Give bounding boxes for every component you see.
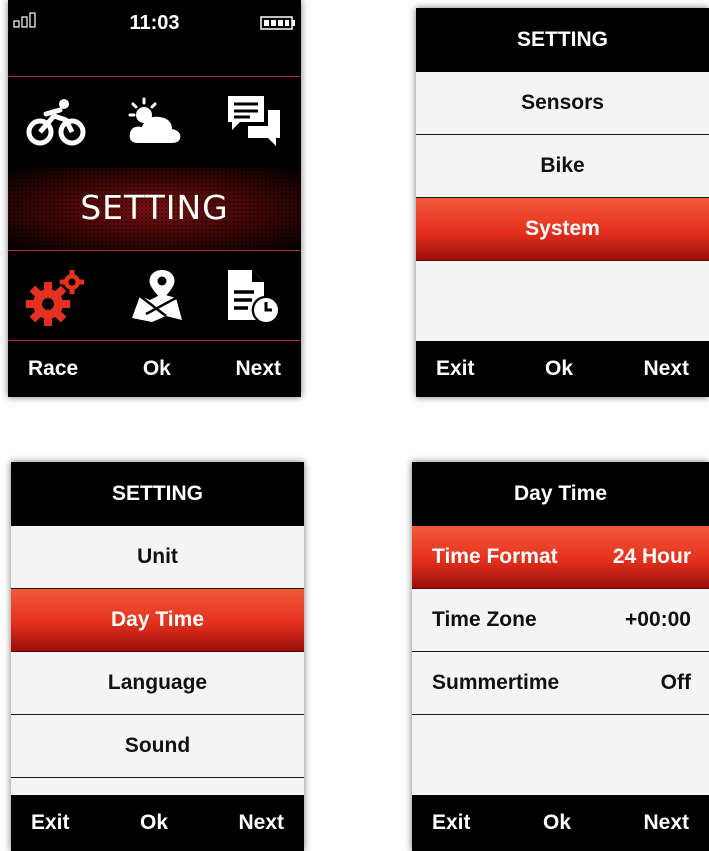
status-bar: 11:03 <box>8 0 301 52</box>
banner-label: SETTING <box>80 188 229 227</box>
row-label: Summertime <box>432 671 560 694</box>
map-location-icon[interactable] <box>126 266 186 326</box>
system-setting-screen: SETTING Unit Day Time Language Sound Exi… <box>11 462 304 851</box>
ok-softkey[interactable]: Ok <box>143 357 171 381</box>
next-softkey[interactable]: Next <box>238 811 284 835</box>
clock-time: 11:03 <box>129 12 180 34</box>
history-file-icon[interactable] <box>222 266 282 326</box>
list-item-sensors[interactable]: Sensors <box>416 72 709 135</box>
main-menu-screen: 11:03 SETTING Race Ok Next <box>8 0 301 397</box>
next-softkey[interactable]: Next <box>235 357 281 381</box>
row-value: Off <box>660 671 691 694</box>
row-value: +00:00 <box>625 608 691 631</box>
ok-softkey[interactable]: Ok <box>545 357 573 381</box>
list-item-unit[interactable]: Unit <box>11 526 304 589</box>
row-label: Time Zone <box>432 608 537 631</box>
ok-softkey[interactable]: Ok <box>543 811 571 835</box>
exit-softkey[interactable]: Exit <box>436 357 475 381</box>
list-item-day-time[interactable]: Day Time <box>11 589 304 652</box>
messages-icon[interactable] <box>224 92 284 152</box>
softkey-bar: Exit Ok Next <box>11 795 304 851</box>
selected-menu-banner[interactable]: SETTING <box>8 168 301 250</box>
race-softkey[interactable]: Race <box>28 357 78 381</box>
setting-list: Sensors Bike System <box>416 72 709 261</box>
exit-softkey[interactable]: Exit <box>432 811 471 835</box>
setting-list: Unit Day Time Language Sound <box>11 526 304 778</box>
next-softkey[interactable]: Next <box>643 357 689 381</box>
divider <box>8 76 301 77</box>
row-value: 24 Hour <box>612 545 691 568</box>
divider <box>8 250 301 251</box>
setting-screen: SETTING Sensors Bike System Exit Ok Next <box>416 8 709 397</box>
ok-softkey[interactable]: Ok <box>140 811 168 835</box>
softkey-bar: Exit Ok Next <box>412 795 709 851</box>
day-time-screen: Day Time Time Format 24 Hour Time Zone +… <box>412 462 709 851</box>
list-item-system[interactable]: System <box>416 198 709 261</box>
row-summertime[interactable]: Summertime Off <box>412 652 709 715</box>
screen-title: Day Time <box>412 462 709 526</box>
battery-icon <box>260 16 295 30</box>
next-softkey[interactable]: Next <box>643 811 689 835</box>
softkey-bar: Race Ok Next <box>8 341 301 397</box>
screen-title: SETTING <box>416 8 709 72</box>
row-label: Time Format <box>432 545 558 568</box>
exit-softkey[interactable]: Exit <box>31 811 70 835</box>
settings-gears-icon[interactable] <box>26 268 86 328</box>
screen-title: SETTING <box>11 462 304 526</box>
row-time-format[interactable]: Time Format 24 Hour <box>412 526 709 589</box>
bike-icon[interactable] <box>26 92 86 152</box>
day-time-list: Time Format 24 Hour Time Zone +00:00 Sum… <box>412 526 709 715</box>
list-item-bike[interactable]: Bike <box>416 135 709 198</box>
list-item-sound[interactable]: Sound <box>11 715 304 778</box>
list-item-language[interactable]: Language <box>11 652 304 715</box>
row-time-zone[interactable]: Time Zone +00:00 <box>412 589 709 652</box>
softkey-bar: Exit Ok Next <box>416 341 709 397</box>
weather-icon[interactable] <box>124 95 184 155</box>
